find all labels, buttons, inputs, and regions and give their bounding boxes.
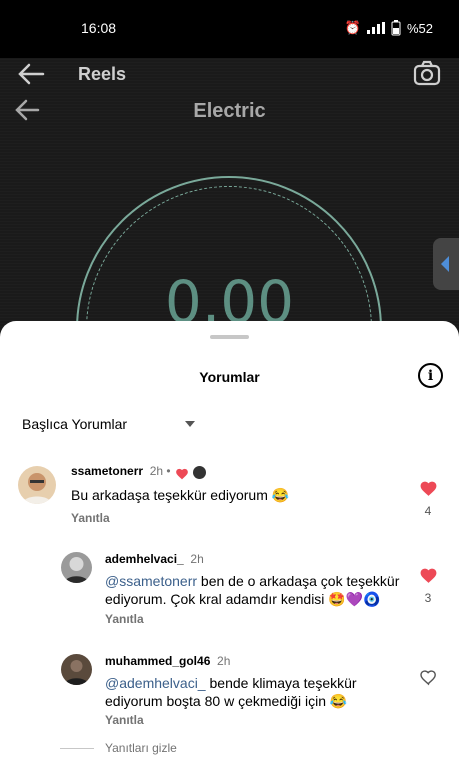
reels-header: Reels (0, 58, 459, 98)
comment-username[interactable]: muhammed_gol46 2h (105, 654, 230, 668)
like-count: 3 (424, 591, 432, 605)
heart-outline-icon[interactable] (419, 668, 438, 691)
mention-link[interactable]: @ademhelvaci_ (105, 675, 206, 691)
avatar[interactable] (61, 654, 92, 685)
side-panel-handle[interactable] (433, 238, 459, 290)
reel-video[interactable]: Reels Electric 0.00 (0, 58, 459, 348)
status-bar: 16:08 ⏰ %52 (0, 0, 459, 58)
battery-level: %52 (406, 20, 433, 36)
comment-time: 2h (217, 654, 231, 668)
avatar[interactable] (61, 552, 92, 583)
drag-handle[interactable] (210, 335, 249, 339)
comment-text: Bu arkadaşa teşekkür ediyorum 😂 (71, 487, 290, 503)
video-app-header: Electric (0, 96, 459, 136)
reply-button[interactable]: Yanıtla (105, 612, 144, 626)
chevron-down-icon (185, 421, 195, 427)
comments-sheet: Yorumlar i Başlıca Yorumlar ssametonerr … (0, 321, 459, 768)
comments-title: Yorumlar (199, 369, 260, 385)
comment-username[interactable]: ssametonerr 2h • (71, 464, 171, 478)
sort-dropdown[interactable]: Başlıca Yorumlar (22, 416, 195, 432)
reels-title: Reels (78, 64, 127, 84)
alarm-icon: ⏰ (344, 20, 361, 35)
reply-button[interactable]: Yanıtla (71, 511, 110, 525)
comment-time: 2h (190, 552, 204, 566)
video-app-title: Electric (193, 100, 266, 122)
avatar[interactable] (18, 466, 56, 504)
comment-text: @ademhelvaci_ bende klimaya teşekkür edi… (105, 675, 357, 709)
creator-liked-heart-icon (175, 467, 189, 485)
back-arrow-icon[interactable] (17, 62, 45, 91)
divider (60, 748, 94, 749)
camera-icon[interactable] (413, 60, 441, 91)
battery-icon (391, 20, 401, 36)
heart-filled-icon[interactable] (419, 479, 438, 502)
comment-time: 2h (149, 464, 164, 478)
mention-link[interactable]: @ssametonerr (105, 573, 197, 589)
like-count: 4 (424, 504, 432, 518)
heart-filled-icon[interactable] (419, 566, 438, 589)
info-icon[interactable]: i (418, 363, 443, 388)
status-time: 16:08 (81, 20, 117, 36)
reply-button[interactable]: Yanıtla (105, 713, 144, 727)
status-icons: ⏰ %52 (345, 20, 433, 36)
sort-label: Başlıca Yorumlar (22, 416, 128, 432)
hide-replies-button[interactable]: Yanıtları gizle (105, 741, 177, 755)
creator-avatar (193, 466, 206, 479)
chevron-left-icon (441, 256, 449, 272)
comment-username[interactable]: ademhelvaci_ 2h (105, 552, 204, 566)
time-separator: • (166, 464, 171, 478)
comment-text: @ssametonerr ben de o arkadaşa çok teşek… (105, 573, 400, 607)
signal-icon (366, 22, 385, 34)
